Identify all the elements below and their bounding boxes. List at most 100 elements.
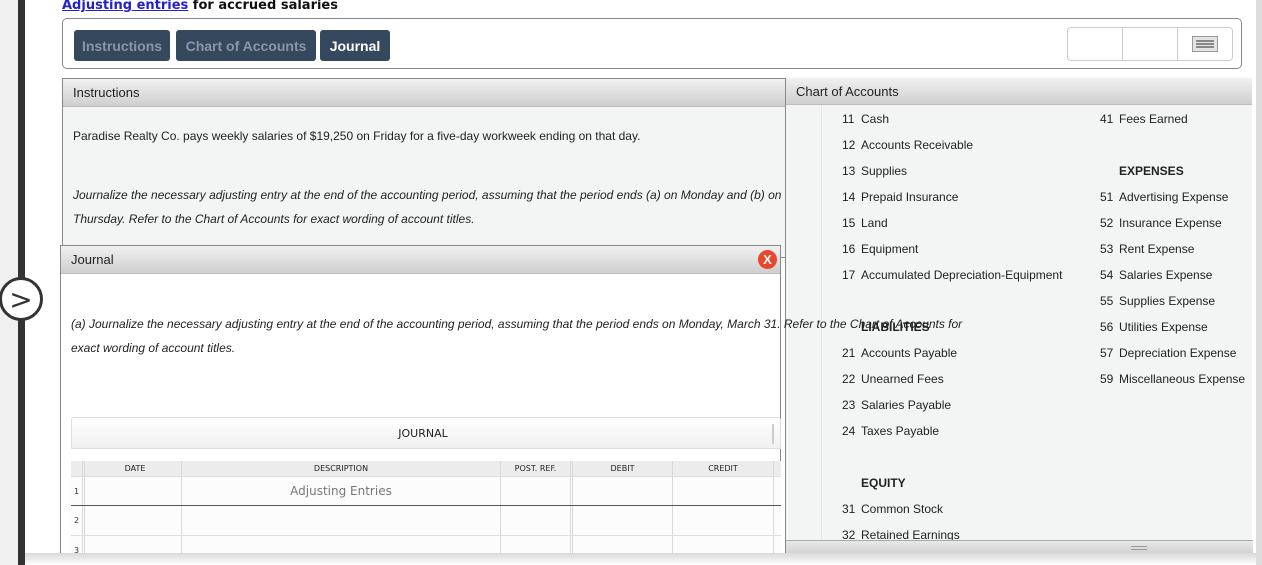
instructions-task-line2: Thursday. Refer to the Chart of Accounts… <box>73 212 475 226</box>
journal-row: 2 <box>71 505 781 535</box>
account-item: 51 Advertising Expense <box>1100 184 1245 210</box>
chart-of-accounts-header: Chart of Accounts <box>786 78 1252 105</box>
instructions-task-line1: Journalize the necessary adjusting entry… <box>73 188 782 202</box>
row-number-header <box>71 461 85 476</box>
account-number: 23 <box>842 398 856 412</box>
credit-cell <box>673 477 774 505</box>
row-number: 2 <box>71 506 85 535</box>
account-number: 16 <box>842 242 856 256</box>
account-name: Prepaid Insurance <box>861 190 959 204</box>
account-number: 17 <box>842 268 856 282</box>
account-name: Advertising Expense <box>1119 190 1229 204</box>
account-name: Utilities Expense <box>1119 320 1208 334</box>
account-category-heading: EXPENSES <box>1119 164 1184 178</box>
debit-input[interactable] <box>573 506 672 535</box>
tool-button-1[interactable] <box>1068 28 1123 60</box>
page-title-suffix: for accrued salaries <box>188 0 338 13</box>
page-title: Adjusting entries for accrued salaries <box>62 0 338 13</box>
account-number: 21 <box>842 346 856 360</box>
date-cell <box>89 506 182 535</box>
account-number: 57 <box>1100 346 1114 360</box>
post-ref-cell <box>501 477 573 505</box>
account-number: 22 <box>842 372 856 386</box>
account-number: 55 <box>1100 294 1114 308</box>
instructions-panel: Instructions Paradise Realty Co. pays we… <box>62 78 786 258</box>
account-name: Depreciation Expense <box>1119 346 1237 360</box>
description-cell <box>182 506 501 535</box>
page-scrollbar[interactable] <box>1256 0 1262 565</box>
expand-chevron-right-icon[interactable]: > <box>0 277 43 321</box>
bottom-edge <box>25 553 1256 565</box>
account-item: 59 Miscellaneous Expense <box>1100 366 1245 392</box>
account-number: 24 <box>842 424 856 438</box>
account-name: Taxes Payable <box>861 424 940 438</box>
account-item: 52 Insurance Expense <box>1100 210 1245 236</box>
account-number: 54 <box>1100 268 1114 282</box>
toolbar: Instructions Chart of Accounts Journal <box>62 18 1242 69</box>
journal-header-row: DATE DESCRIPTION POST. REF. DEBIT CREDIT <box>71 461 781 476</box>
post-ref-input[interactable] <box>501 506 570 535</box>
column-header-debit: DEBIT <box>573 461 673 476</box>
account-item: 53 Rent Expense <box>1100 236 1245 262</box>
menu-button[interactable] <box>1178 28 1232 60</box>
tool-button-2[interactable] <box>1123 28 1178 60</box>
credit-input[interactable] <box>673 477 773 505</box>
instructions-task: Journalize the necessary adjusting entry… <box>73 183 793 231</box>
account-item: 41 Fees Earned <box>1100 106 1245 132</box>
account-name: Land <box>861 216 888 230</box>
post-ref-cell <box>501 506 573 535</box>
account-name: Salaries Expense <box>1119 268 1213 282</box>
tool-button-group <box>1067 27 1233 61</box>
journal-question-line2: exact wording of account titles. <box>71 341 236 355</box>
column-header-description: DESCRIPTION <box>182 461 501 476</box>
tab-journal[interactable]: Journal <box>320 30 390 61</box>
account-item: 16 Equipment <box>842 236 1062 262</box>
account-item: 17 Accumulated Depreciation-Equipment <box>842 262 1062 288</box>
description-input[interactable] <box>182 506 500 535</box>
journal-header: Journal <box>61 246 780 274</box>
account-item: 14 Prepaid Insurance <box>842 184 1062 210</box>
column-header-date: DATE <box>89 461 182 476</box>
date-input[interactable] <box>89 506 181 535</box>
debit-input[interactable] <box>573 477 672 505</box>
tab-instructions[interactable]: Instructions <box>74 30 170 61</box>
account-item: 31 Common Stock <box>842 496 1062 522</box>
account-name: Equipment <box>861 242 919 256</box>
account-name: Accounts Receivable <box>861 138 974 152</box>
debit-cell <box>573 506 673 535</box>
account-number: 15 <box>842 216 856 230</box>
account-number: 14 <box>842 190 856 204</box>
column-resize-handle[interactable] <box>772 424 774 444</box>
account-name: Supplies Expense <box>1119 294 1216 308</box>
date-input[interactable] <box>89 477 181 505</box>
account-category-heading: EQUITY <box>861 476 906 490</box>
account-name: Accounts Payable <box>861 346 958 360</box>
account-number: 41 <box>1100 112 1114 126</box>
account-number: 31 <box>842 502 856 516</box>
resize-grip-icon <box>1131 546 1147 550</box>
account-number: 53 <box>1100 242 1114 256</box>
tab-chart-of-accounts[interactable]: Chart of Accounts <box>176 30 316 61</box>
account-name: Rent Expense <box>1119 242 1195 256</box>
adjusting-entries-link[interactable]: Adjusting entries <box>62 0 188 13</box>
journal-row: 1 <box>71 476 781 505</box>
close-button[interactable]: X <box>758 250 777 269</box>
account-number: 11 <box>842 112 855 126</box>
description-cell <box>182 477 501 505</box>
row-number: 1 <box>71 477 85 505</box>
account-name: Cash <box>861 112 890 126</box>
credit-input[interactable] <box>673 506 773 535</box>
column-header-credit: CREDIT <box>673 461 774 476</box>
journal-table-title-text: JOURNAL <box>398 426 448 440</box>
instructions-paragraph: Paradise Realty Co. pays weekly salaries… <box>73 129 641 143</box>
account-item: 24 Taxes Payable <box>842 418 1062 444</box>
account-item: 23 Salaries Payable <box>842 392 1062 418</box>
journal-question-line1: (a) Journalize the necessary adjusting e… <box>71 317 963 331</box>
account-name: Fees Earned <box>1119 112 1188 126</box>
account-item: 21 Accounts Payable <box>842 340 1062 366</box>
account-name: Accumulated Depreciation-Equipment <box>861 268 1063 282</box>
description-input[interactable] <box>182 477 500 505</box>
post-ref-input[interactable] <box>501 477 570 505</box>
